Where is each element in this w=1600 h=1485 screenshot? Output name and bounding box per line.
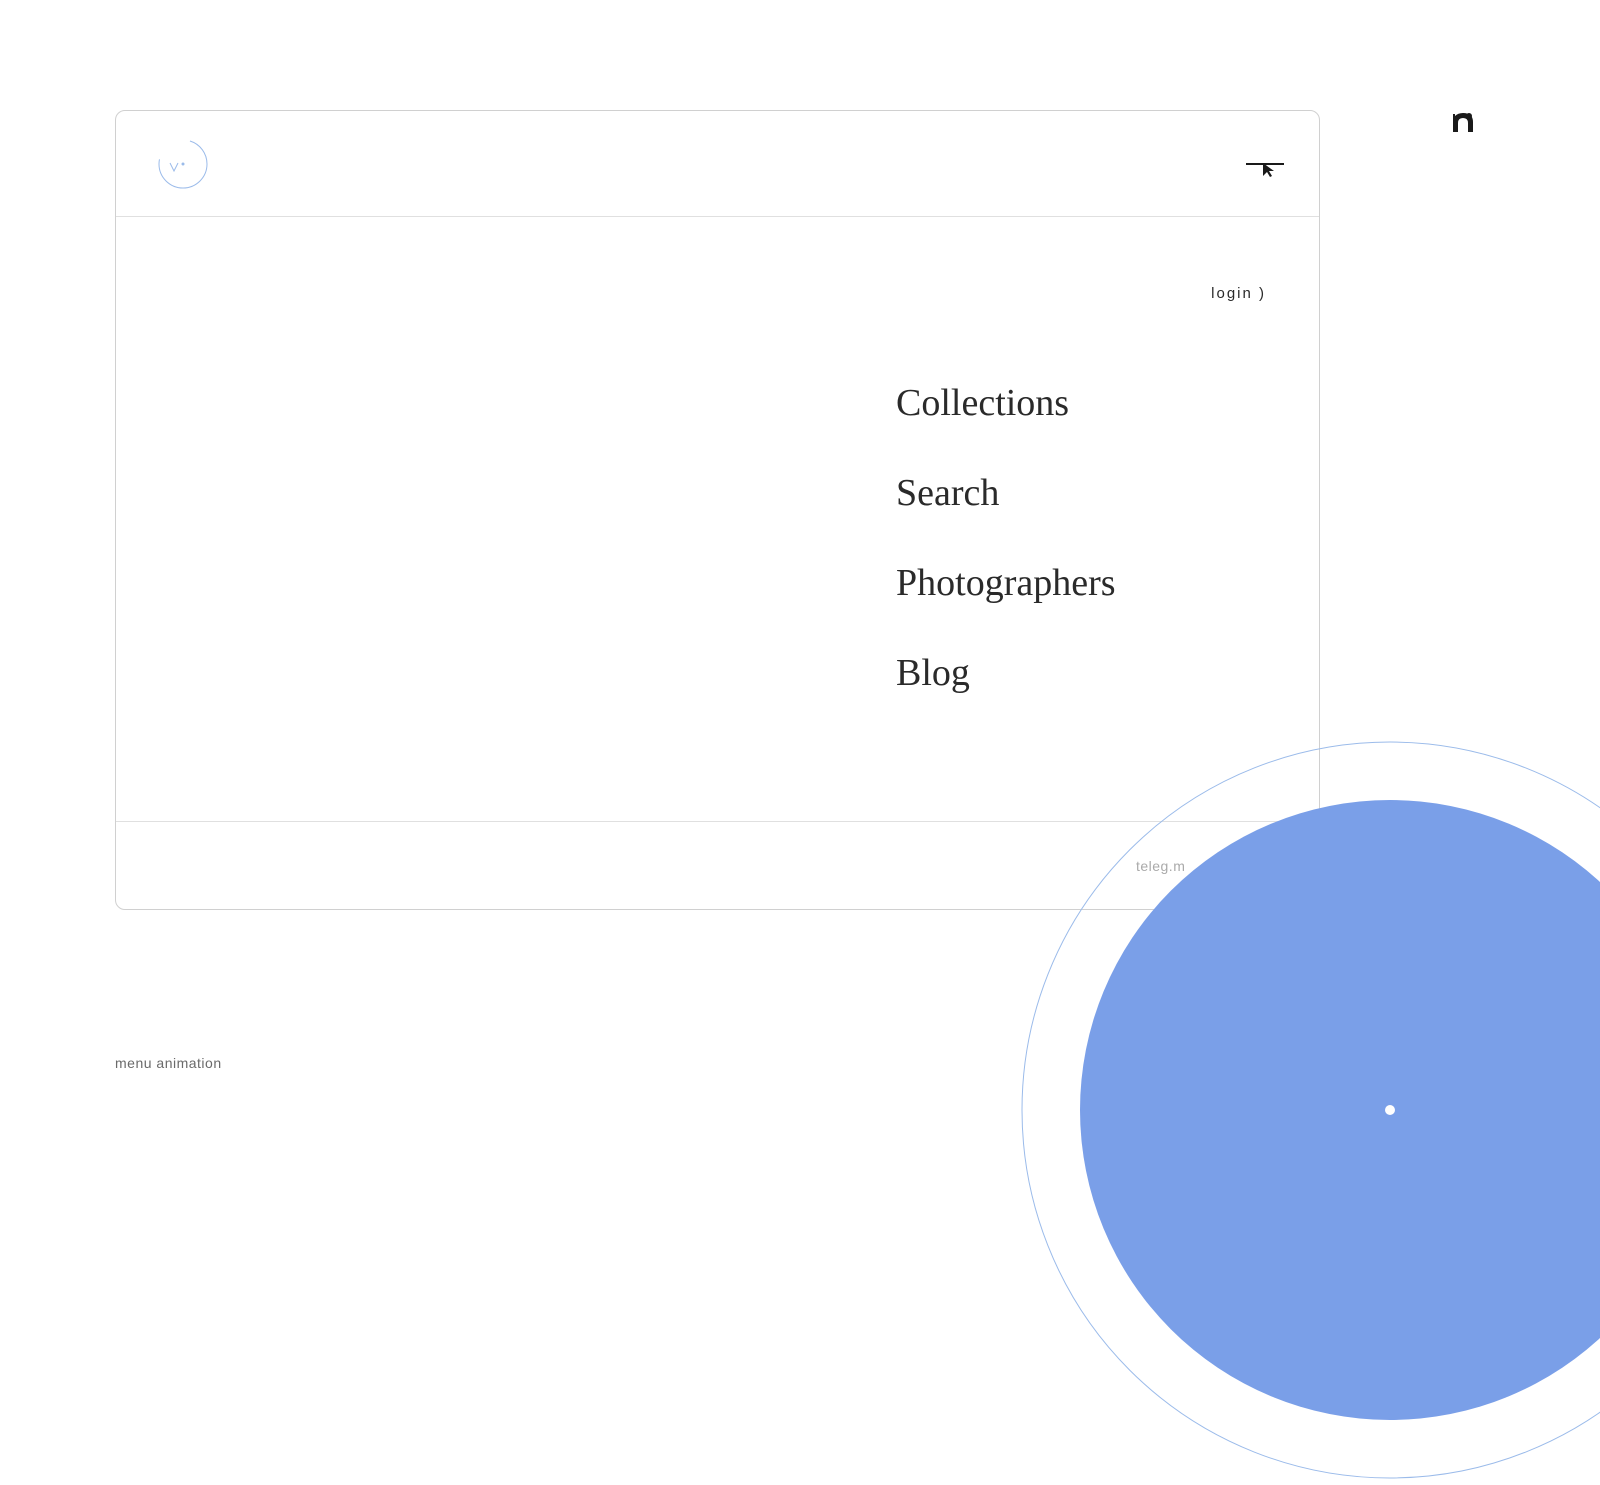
header [116,111,1319,217]
decorative-circle-icon [1020,740,1600,1480]
brand-icon [1449,110,1475,136]
nav-link-blog[interactable]: Blog [896,651,1116,695]
caption-label: menu animation [115,1055,222,1071]
logo-icon[interactable] [156,137,210,191]
nav-links: Collections Search Photographers Blog [896,381,1116,695]
login-link[interactable]: login ) [1211,285,1266,302]
nav-link-photographers[interactable]: Photographers [896,561,1116,605]
menu-toggle-icon[interactable] [1244,144,1284,184]
main-content: login ) Collections Search Photographers… [116,217,1319,821]
cursor-icon [1262,162,1276,183]
nav-link-collections[interactable]: Collections [896,381,1116,425]
nav-link-search[interactable]: Search [896,471,1116,515]
